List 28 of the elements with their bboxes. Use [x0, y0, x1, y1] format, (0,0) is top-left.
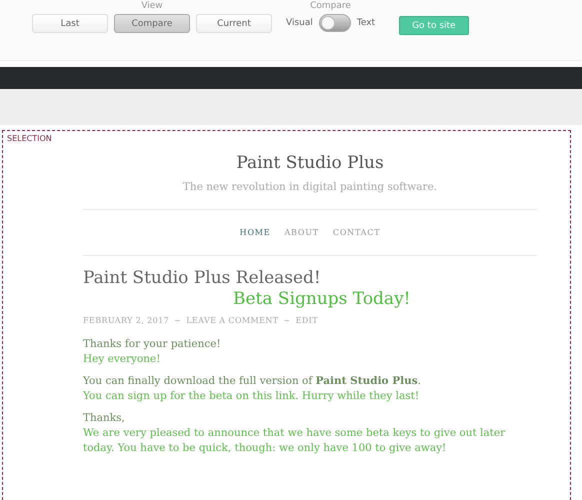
nav-link[interactable]: HOME [240, 228, 270, 237]
text-label: Text [356, 18, 376, 28]
new-post-paragraph: We are very pleased to announce that we have some beta keys to give out later today. You have to be quick, though: we only have 100 to give away! [83, 426, 506, 456]
post-meta-text: FEBRUARY 2, 2017 [83, 316, 170, 325]
post-meta-text: LEAVE A COMMENT [186, 316, 278, 325]
old-post-paragraph: You can finally download the full version of Paint Studio Plus. [83, 374, 421, 389]
new-post-title: Beta Signups Today! [233, 289, 411, 310]
old-post-paragraph: Thanks, [83, 411, 125, 426]
site-title: Paint Studio Plus [235, 153, 385, 173]
post-meta-text: ~ [174, 316, 182, 325]
selection-label: SELECTION [7, 134, 52, 143]
compare-mode-toggle[interactable] [318, 14, 351, 32]
new-post-paragraph: You can sign up for the beta on this link. Hurry while they last! [83, 389, 420, 404]
old-post-title: Paint Studio Plus Released! [83, 268, 321, 289]
old-post-paragraph: Thanks for your patience! [83, 337, 221, 352]
compare-label: Compare [310, 0, 351, 12]
view-button[interactable]: Current [196, 14, 272, 33]
go-to-site-button[interactable]: Go to site [399, 16, 469, 35]
view-button[interactable]: Compare [114, 14, 190, 33]
view-label: View [141, 0, 163, 12]
view-button[interactable]: Last [32, 14, 108, 33]
post-meta-text: EDIT [296, 316, 318, 325]
nav-link[interactable]: ABOUT [284, 228, 319, 237]
visual-label: Visual [286, 18, 313, 28]
new-post-paragraph: Hey everyone! [83, 352, 160, 367]
post-meta-text: ~ [283, 316, 291, 325]
site-tagline: The new revolution in digital painting software. [182, 181, 438, 193]
nav-link[interactable]: CONTACT [332, 228, 380, 237]
